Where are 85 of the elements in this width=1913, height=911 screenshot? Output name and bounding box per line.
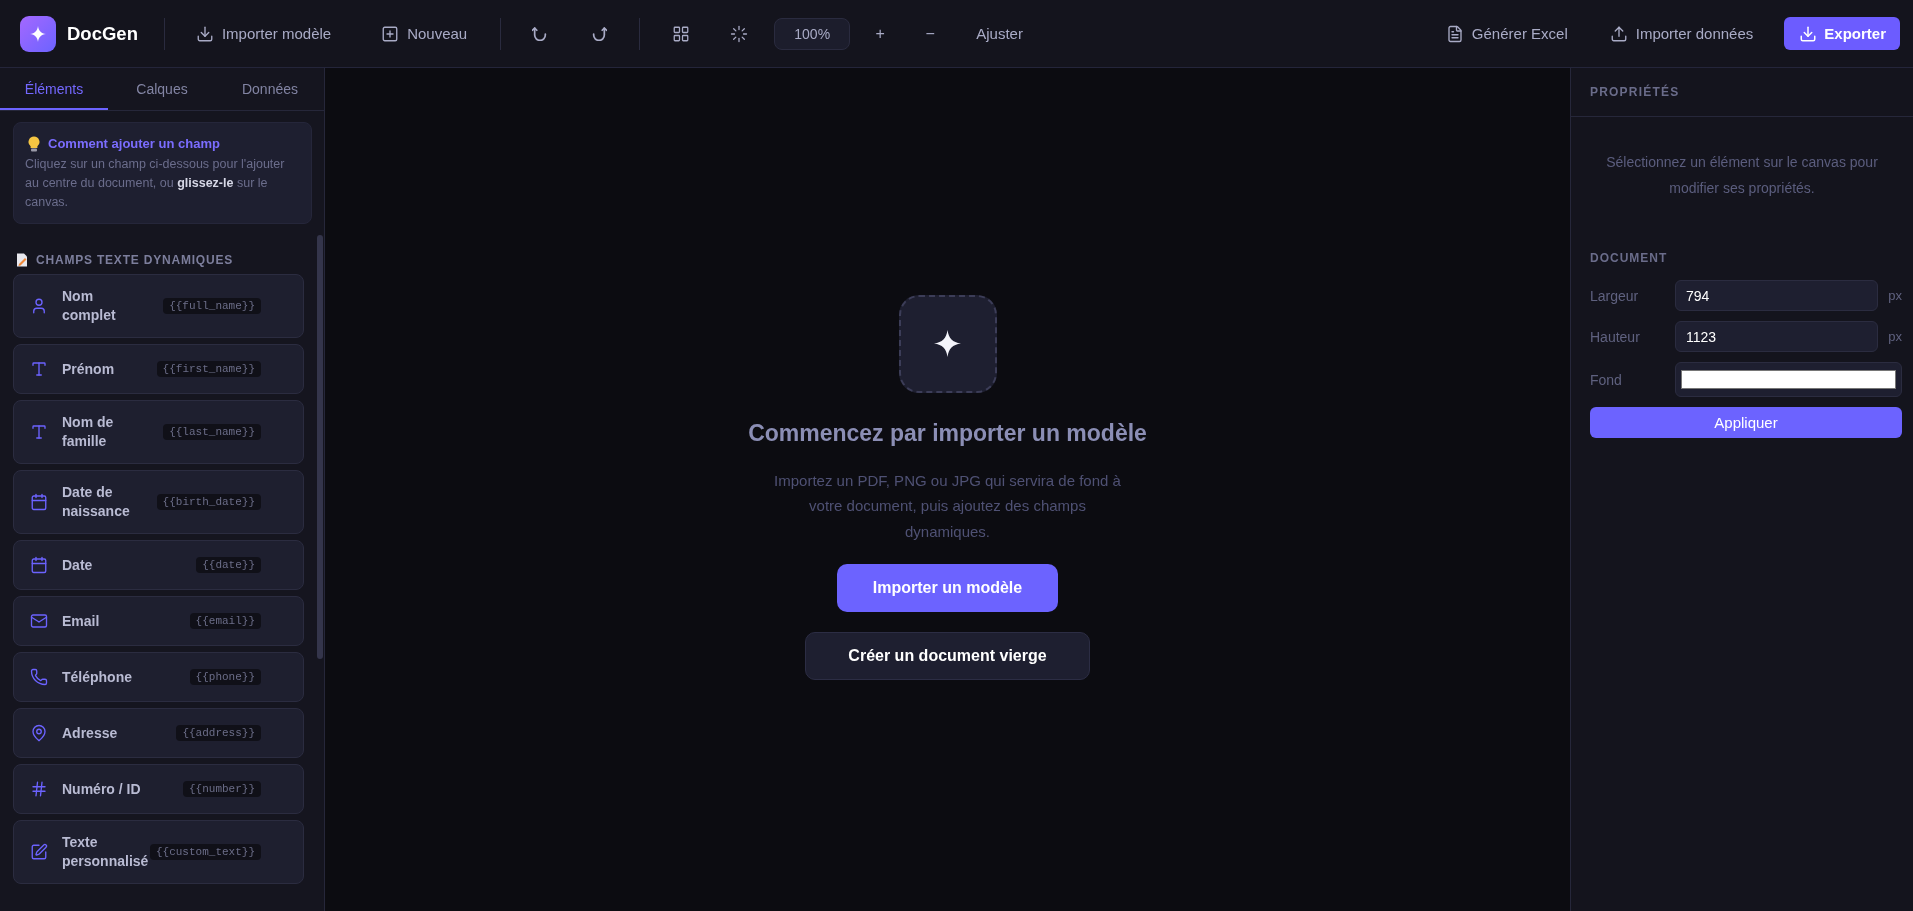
download-icon [195,24,214,43]
scrollbar-thumb[interactable] [317,235,323,659]
field-card[interactable]: Nom de famille {{last_name}} [13,400,304,464]
grid-icon [672,24,691,43]
field-token: {{phone}} [189,669,261,685]
sidebar-tab[interactable]: Éléments [0,68,108,110]
section-title: DOCUMENT [1590,250,1668,266]
import-template-button[interactable]: Importer modèle [185,16,342,51]
color-field[interactable] [1675,362,1902,397]
field-label: Email [62,611,101,631]
field-label: Adresse [62,723,119,743]
new-document-button[interactable]: Nouveau [371,16,478,51]
field-label: Nom complet [62,287,117,325]
sidebar-tab[interactable]: Données [216,68,324,110]
fit-button[interactable]: Ajuster [968,17,1031,50]
field-card[interactable]: Adresse {{address}} [13,708,304,758]
apply-button[interactable]: Appliquer [1590,407,1902,438]
memo-icon [16,253,28,267]
field-token: {{full_name}} [163,298,261,314]
plus-square-icon [381,24,400,43]
app-name: DocGen [67,22,138,45]
document-icon [1445,24,1464,43]
export-button[interactable]: Exporter [1784,17,1900,50]
redo-icon [591,26,608,41]
height-field[interactable]: 1123 [1675,321,1878,352]
field-card[interactable]: Téléphone {{phone}} [13,652,304,702]
section-title: CHAMPS TEXTE DYNAMIQUES [36,252,234,268]
field-token: {{date}} [196,557,261,573]
undo-icon [532,26,549,41]
unit-label: px [1888,329,1902,344]
field-label: Hauteur [1590,328,1640,345]
field-card[interactable]: Email {{email}} [13,596,304,646]
create-blank-document-button[interactable]: Créer un document vierge [805,632,1090,681]
lightbulb-icon [28,135,40,152]
field-card[interactable]: Prénom {{first_name}} [13,344,304,394]
field-token: {{email}} [189,613,261,629]
field-token: {{custom_text}} [149,844,261,860]
generate-excel-button[interactable]: Générer Excel [1435,16,1578,51]
empty-state-text: Importez un PDF, PNG ou JPG qui servira de fond à votre document, puis ajoutez des champs dynamiques. [773,470,1122,542]
spinner-icon [730,24,749,43]
field-label: Largeur [1590,287,1639,304]
field-token: {{number}} [183,781,261,797]
pencil-square-icon [30,843,48,861]
hint-text: Cliquez sur un champ ci-dessous pour l'ajouter au centre du document, ou glissez-le sur le canvas. [25,156,286,211]
download-icon [1799,24,1818,43]
field-token: {{birth_date}} [156,494,261,510]
field-token: {{last_name}} [163,424,261,440]
envelope-icon [30,612,48,630]
zoom-in-button[interactable]: + [865,17,896,50]
field-card[interactable]: Nom complet {{full_name}} [13,274,304,338]
field-label: Nom de famille [62,413,115,451]
field-label: Numéro / ID [62,779,142,799]
text-icon [30,360,48,378]
field-label: Date de naissance [62,483,131,521]
sparkle-tile-icon [898,294,997,393]
field-token: {{first_name}} [156,361,261,377]
field-label: Téléphone [62,667,133,687]
field-label: Date [62,555,94,575]
field-card[interactable]: Date de naissance {{birth_date}} [13,470,304,534]
phone-icon [30,668,48,686]
import-data-button[interactable]: Importer données [1599,16,1764,51]
calendar-icon [30,493,48,511]
field-token: {{address}} [176,725,261,741]
upload-icon [1609,24,1628,43]
field-card[interactable]: Date {{date}} [13,540,304,590]
panel-title: PROPRIÉTÉS [1590,85,1680,99]
zoom-level-display: 100% [774,17,851,50]
field-card[interactable]: Numéro / ID {{number}} [13,764,304,814]
hash-icon [30,780,48,798]
calendar-icon [30,556,48,574]
text-icon [30,423,48,441]
import-template-button[interactable]: Importer un modèle [836,564,1059,613]
width-field[interactable]: 794 [1675,280,1878,311]
logo-sparkle-icon [20,15,56,52]
field-label: Prénom [62,359,116,379]
empty-state-title: Commencez par importer un modèle [748,418,1147,448]
sidebar-tab[interactable]: Calques [108,68,216,110]
hint-title: Comment ajouter un champ [48,136,220,151]
field-label: Fond [1590,371,1622,388]
map-pin-icon [30,724,48,742]
unit-label: px [1888,288,1902,303]
field-label: Texte personnalisé [62,833,149,871]
zoom-out-button[interactable]: − [915,17,946,50]
panel-message: Sélectionnez un élément sur le canvas pour modifier ses propriétés. [1605,153,1879,198]
person-icon [30,297,48,315]
